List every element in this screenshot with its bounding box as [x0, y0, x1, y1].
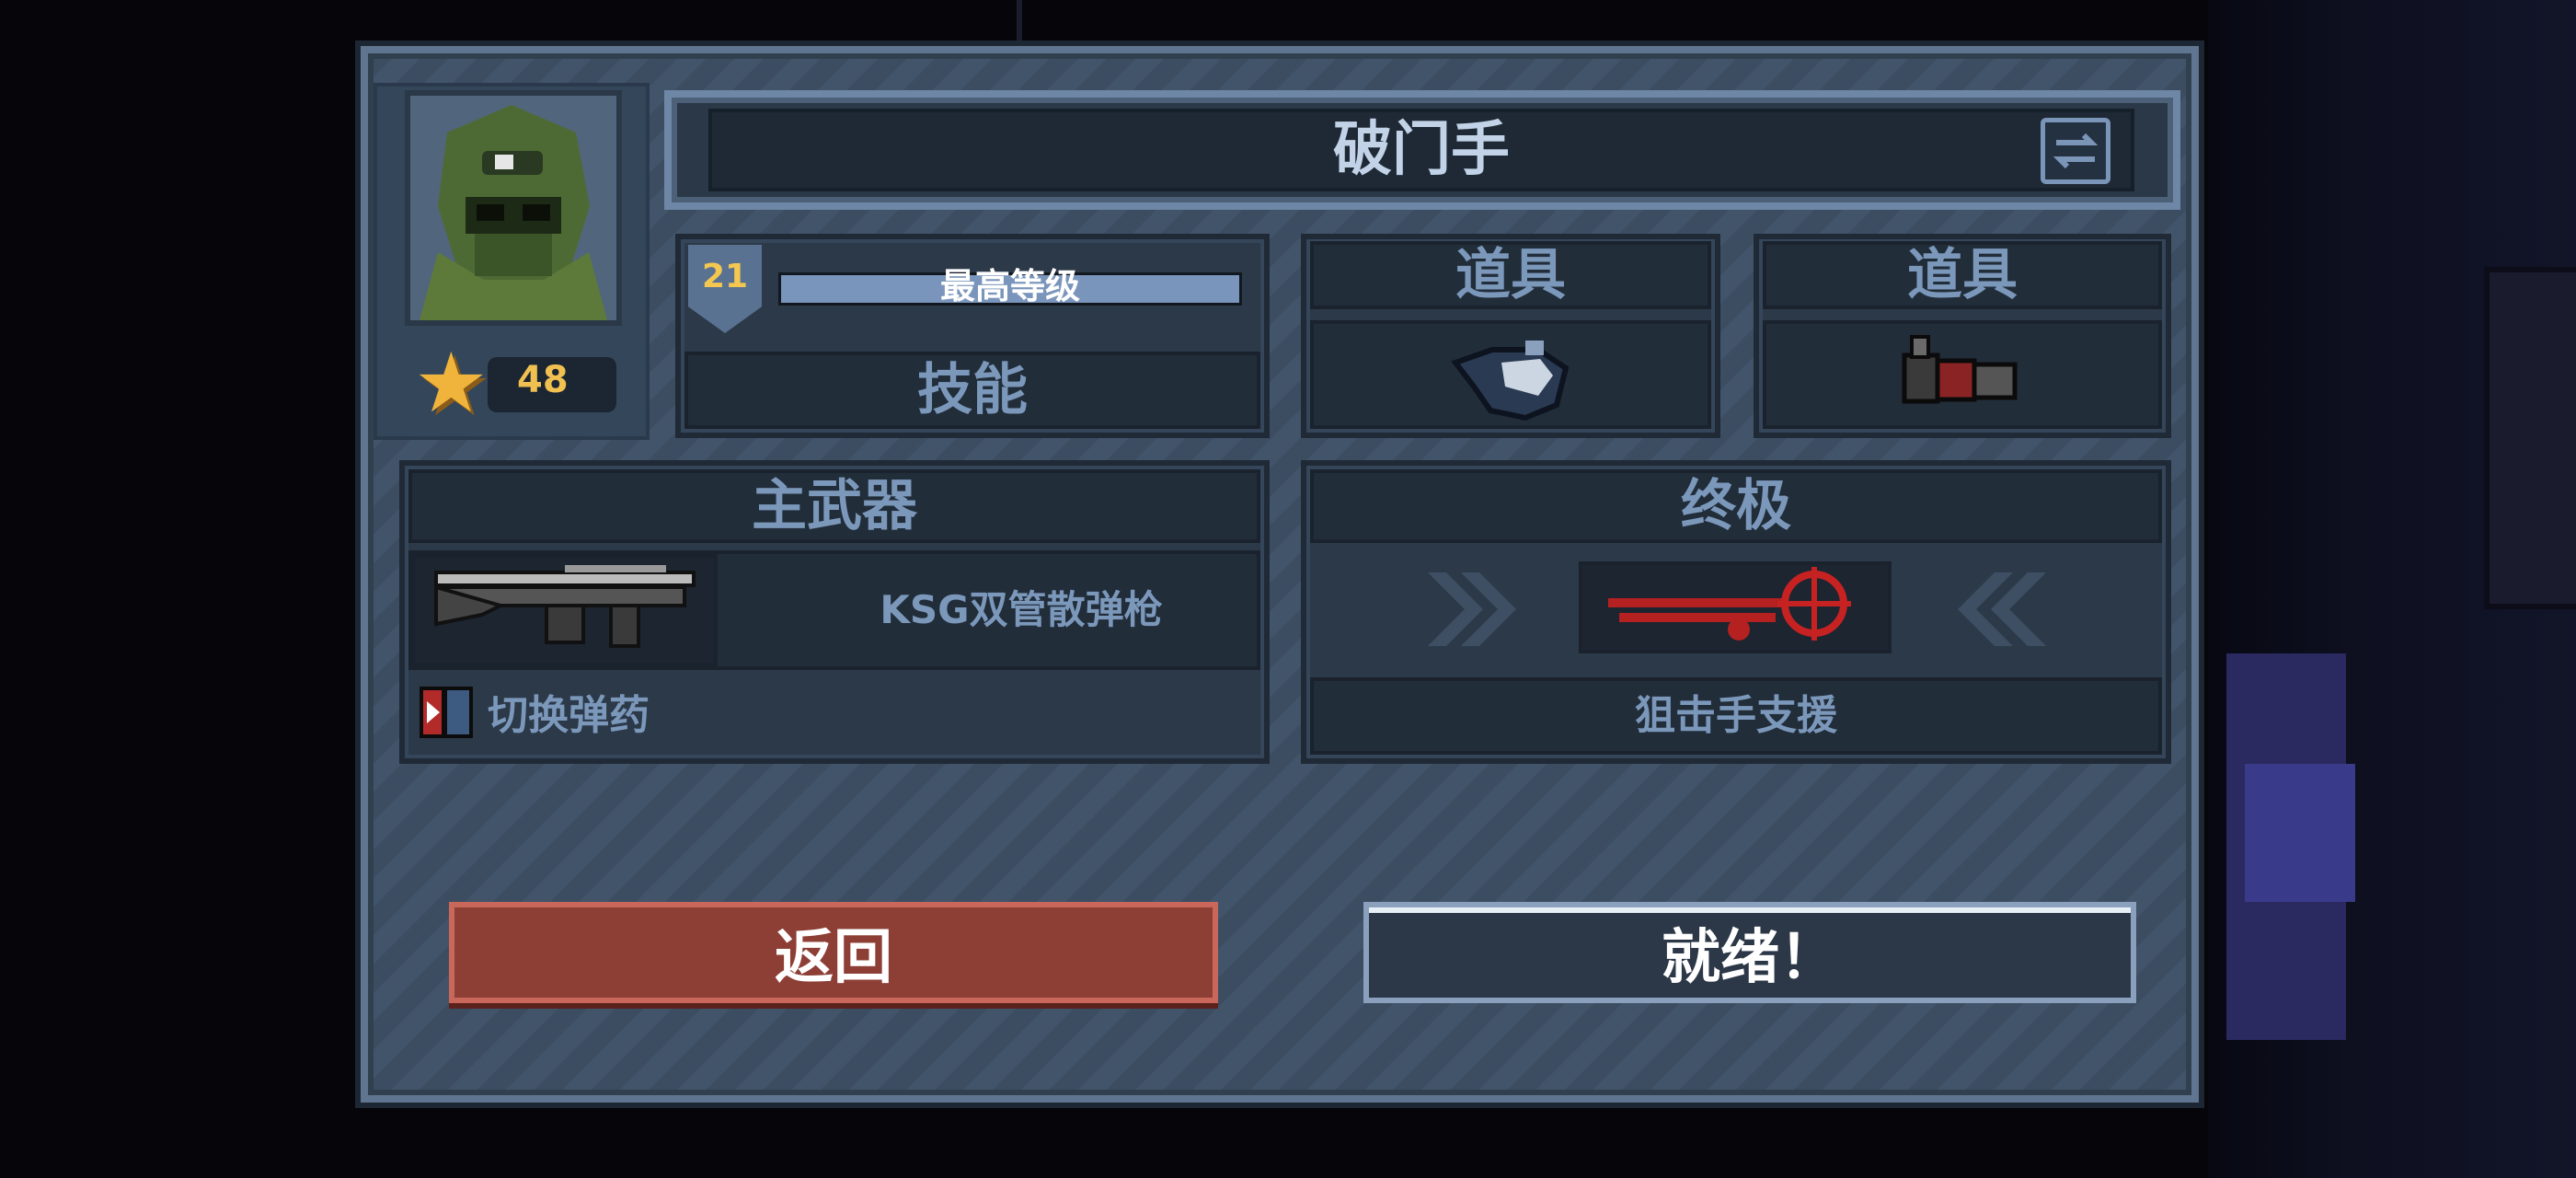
- primary-weapon-title: 主武器: [752, 474, 917, 538]
- ammo-switch-label: 切换弹药: [488, 692, 650, 739]
- star-icon: ★: [414, 335, 489, 432]
- ammo-icon: [420, 687, 473, 738]
- swap-icon: [2053, 133, 2099, 169]
- soldier-avatar: [410, 96, 616, 320]
- level-number: 21: [701, 258, 749, 295]
- shell-icon: [1902, 335, 2018, 404]
- chevron-left-icon: [1958, 572, 2046, 646]
- chevron-right-icon: [1428, 572, 1516, 646]
- character-portrait[interactable]: [405, 90, 622, 326]
- sniper-crosshair-icon: [1608, 567, 1851, 641]
- star-count: 48: [517, 359, 569, 401]
- skill-label: 技能: [917, 358, 1028, 422]
- swap-character-button[interactable]: [2041, 118, 2110, 184]
- ultimate-name: 狙击手支援: [1635, 692, 1837, 739]
- item-slot-2-label: 道具: [1907, 243, 2018, 307]
- ultimate-title: 终极: [1681, 474, 1791, 538]
- background-furniture-detail: [2245, 764, 2355, 902]
- primary-weapon-name: KSG双管散弹枪: [880, 587, 1163, 632]
- shield-flask-icon: [1451, 341, 1570, 422]
- level-status: 最高等级: [939, 266, 1080, 306]
- shotgun-icon: [434, 565, 696, 648]
- ready-button-label: 就绪！: [1662, 924, 1838, 992]
- background-wall-panel: [2484, 267, 2576, 609]
- item-slot-1-label: 道具: [1455, 243, 1566, 307]
- back-button-label: 返回: [775, 924, 892, 992]
- back-button[interactable]: 返回: [449, 902, 1218, 1003]
- ready-button[interactable]: 就绪！: [1363, 902, 2136, 1003]
- character-name: 破门手: [1333, 116, 1510, 184]
